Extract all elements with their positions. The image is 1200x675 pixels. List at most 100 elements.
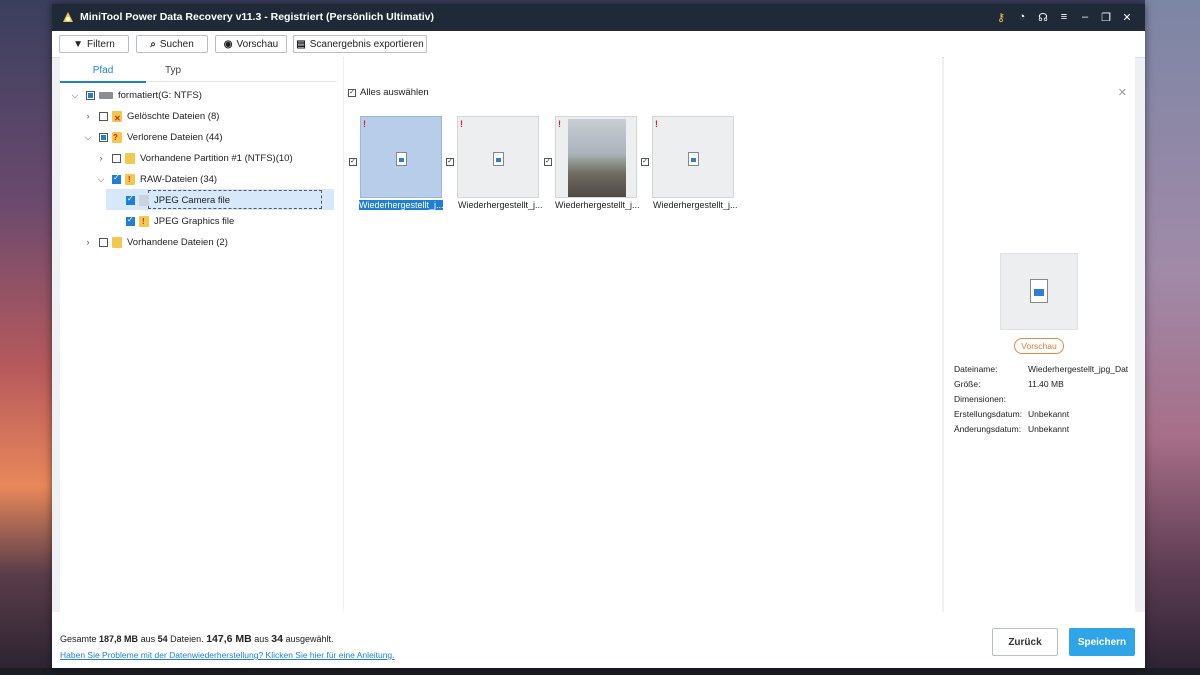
file-thumbnail[interactable]: ! xyxy=(555,116,637,198)
select-all[interactable]: ✓ Alles auswählen xyxy=(348,87,429,98)
tab-type[interactable]: Typ xyxy=(147,65,199,76)
search-label: Suchen xyxy=(159,38,194,50)
chevron-right-icon[interactable]: › xyxy=(96,153,106,163)
file-label[interactable]: Wiederhergestellt_j... xyxy=(458,200,542,210)
export-scan-button[interactable]: ▤ Scanergebnis exportieren xyxy=(293,35,427,53)
modified-value: Unbekannt xyxy=(1028,424,1070,434)
view-tabs: Pfad Typ xyxy=(60,63,337,83)
file-grid-panel: ✓ Alles auswählen ✓ ! Wiederhergestellt_… xyxy=(344,57,942,612)
file-thumbnail[interactable]: ! xyxy=(360,116,442,198)
title-bar: MiniTool Power Data Recovery v11.3 - Reg… xyxy=(52,4,1145,31)
preview-thumbnail xyxy=(1000,253,1078,330)
tree-label: Vorhandene Dateien (2) xyxy=(127,236,228,248)
clock-icon[interactable]: ◔ xyxy=(1014,9,1030,25)
chevron-right-icon[interactable]: › xyxy=(83,237,93,247)
checkbox[interactable] xyxy=(99,237,108,247)
chevron-down-icon[interactable]: ⌵ xyxy=(83,132,93,143)
filter-button[interactable]: ▼ Filtern xyxy=(59,35,129,53)
filter-label: Filtern xyxy=(87,38,115,50)
eye-icon: ◉ xyxy=(223,38,233,50)
tree-node-jpeg-camera[interactable]: JPEG Camera file xyxy=(110,190,230,210)
select-all-label: Alles auswählen xyxy=(360,87,429,98)
chevron-down-icon[interactable]: ⌵ xyxy=(70,90,80,101)
select-all-checkbox[interactable]: ✓ xyxy=(348,88,356,97)
photo-preview xyxy=(568,119,626,197)
minimize-icon[interactable]: – xyxy=(1077,9,1093,25)
checkbox[interactable] xyxy=(112,173,121,184)
close-icon[interactable]: ✕ xyxy=(1119,9,1135,25)
warning-icon: ! xyxy=(363,119,366,129)
preview-toolbar-button[interactable]: ◉ Vorschau xyxy=(215,35,287,53)
warning-icon: ! xyxy=(558,119,561,129)
close-icon[interactable]: ✕ xyxy=(1118,86,1127,99)
preview-label: Vorschau xyxy=(236,38,279,50)
dimensions-label: Dimensionen: xyxy=(954,394,1006,404)
window-title: MiniTool Power Data Recovery v11.3 - Reg… xyxy=(80,11,434,23)
toolbar: ▼ Filtern ⌕ Suchen ◉ Vorschau ▤ Scanerge… xyxy=(52,31,1145,58)
filename-value: Wiederhergestellt_jpg_Date xyxy=(1028,364,1128,374)
image-file-icon xyxy=(688,152,699,166)
search-button[interactable]: ⌕ Suchen xyxy=(136,35,208,53)
export-label: Scanergebnis exportieren xyxy=(309,38,424,50)
image-file-icon xyxy=(1030,279,1048,303)
item-checkbox[interactable]: ✓ xyxy=(446,158,454,166)
checkbox[interactable] xyxy=(112,153,121,163)
preview-button[interactable]: Vorschau xyxy=(1014,338,1064,354)
image-file-icon xyxy=(493,152,504,166)
app-logo-icon xyxy=(63,12,73,22)
tree-node-raw[interactable]: ⌵ ! RAW-Dateien (34) xyxy=(96,169,217,189)
deleted-folder-icon: ✕ xyxy=(112,110,122,122)
folder-icon xyxy=(125,152,135,164)
tab-path[interactable]: Pfad xyxy=(60,65,146,83)
filename-label: Dateiname: xyxy=(954,364,998,374)
file-label[interactable]: Wiederhergestellt_j... xyxy=(653,200,737,210)
export-icon: ▤ xyxy=(296,38,306,50)
tree-label: Gelöschte Dateien (8) xyxy=(127,110,220,122)
chevron-down-icon[interactable]: ⌵ xyxy=(96,174,106,185)
tree-label: formatiert(G: NTFS) xyxy=(118,89,202,101)
back-button[interactable]: Zurück xyxy=(992,628,1058,656)
checkbox[interactable] xyxy=(99,111,108,121)
created-value: Unbekannt xyxy=(1028,409,1070,419)
tree-panel: Pfad Typ ⌵ formatiert(G: NTFS) › ✕ Gelös… xyxy=(60,57,343,612)
created-label: Erstellungsdatum: xyxy=(954,409,1023,419)
save-button[interactable]: Speichern xyxy=(1069,628,1135,656)
drive-icon xyxy=(99,91,113,99)
total-files: 54 xyxy=(157,634,168,644)
checkbox[interactable] xyxy=(126,194,135,205)
selected-files: 34 xyxy=(271,633,283,645)
tree-node-existing[interactable]: › Vorhandene Dateien (2) xyxy=(83,232,228,252)
taskbar xyxy=(0,668,1200,675)
image-file-icon xyxy=(396,152,407,166)
tree-node-jpeg-graphics[interactable]: ! JPEG Graphics file xyxy=(110,211,234,231)
tree-node-deleted[interactable]: › ✕ Gelöschte Dateien (8) xyxy=(83,106,219,126)
checkbox[interactable] xyxy=(86,90,95,100)
checkbox[interactable] xyxy=(126,215,135,226)
folder-icon xyxy=(112,236,122,248)
image-file-icon xyxy=(139,194,149,206)
item-checkbox[interactable]: ✓ xyxy=(641,158,649,166)
tree-node-root[interactable]: ⌵ formatiert(G: NTFS) xyxy=(70,85,202,105)
tree-label: Vorhandene Partition #1 (NTFS)(10) xyxy=(140,152,293,164)
warning-icon: ! xyxy=(460,119,463,129)
filter-icon: ▼ xyxy=(73,38,84,50)
lost-folder-icon: ? xyxy=(112,131,122,143)
headset-icon[interactable]: ☊ xyxy=(1035,9,1051,25)
checkbox[interactable] xyxy=(99,132,108,142)
file-label[interactable]: Wiederhergestellt_j... xyxy=(555,200,639,210)
item-checkbox[interactable]: ✓ xyxy=(544,158,552,166)
file-thumbnail[interactable]: ! xyxy=(457,116,539,198)
tree-node-partition[interactable]: › Vorhandene Partition #1 (NTFS)(10) xyxy=(96,148,293,168)
tree-label: JPEG Graphics file xyxy=(154,215,235,227)
help-link[interactable]: Haben Sie Probleme mit der Datenwiederhe… xyxy=(60,650,395,660)
file-thumbnail[interactable]: ! xyxy=(652,116,734,198)
tree-node-lost[interactable]: ⌵ ? Verlorene Dateien (44) xyxy=(83,127,223,147)
chevron-right-icon[interactable]: › xyxy=(83,111,93,121)
key-icon[interactable]: ⚷ xyxy=(993,9,1009,25)
maximize-icon[interactable]: ❐ xyxy=(1098,9,1114,25)
file-label[interactable]: Wiederhergestellt_j... xyxy=(359,200,443,210)
menu-icon[interactable]: ≡ xyxy=(1056,9,1072,25)
desktop-background xyxy=(1145,0,1200,675)
preview-panel: ✕ Vorschau Dateiname: Wiederhergestellt_… xyxy=(944,57,1135,612)
item-checkbox[interactable]: ✓ xyxy=(349,158,357,166)
